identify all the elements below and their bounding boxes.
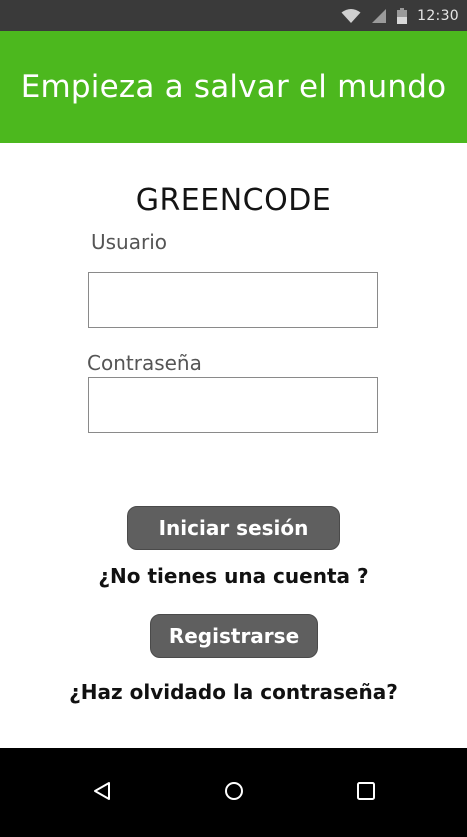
app-bar: Empieza a salvar el mundo [0,31,467,143]
login-screen: 12:30 Empieza a salvar el mundo GREENCOD… [0,0,467,837]
password-input[interactable] [88,377,378,433]
brand-title: GREENCODE [135,183,332,218]
battery-icon [397,7,408,24]
forgot-password-link[interactable]: ¿Haz olvidado la contraseña? [0,680,467,704]
recents-button[interactable] [336,748,396,837]
back-button[interactable] [72,748,132,837]
wifi-icon [341,8,361,24]
signal-icon [371,8,387,24]
home-button[interactable] [204,748,264,837]
status-time: 12:30 [417,7,459,24]
back-icon [91,780,113,806]
register-button[interactable]: Registrarse [150,614,318,658]
login-button-label: Iniciar sesión [158,516,309,540]
username-label: Usuario [91,230,168,254]
status-icons: 12:30 [341,0,459,31]
app-title: Empieza a salvar el mundo [20,69,447,105]
register-button-label: Registrarse [168,624,300,648]
home-icon [223,780,245,806]
status-bar: 12:30 [0,0,467,31]
recents-icon [355,780,377,806]
no-account-link[interactable]: ¿No tienes una cuenta ? [0,564,467,588]
navigation-bar [0,748,467,837]
username-input[interactable] [88,272,378,328]
login-button[interactable]: Iniciar sesión [127,506,340,550]
password-label: Contraseña [87,351,202,375]
